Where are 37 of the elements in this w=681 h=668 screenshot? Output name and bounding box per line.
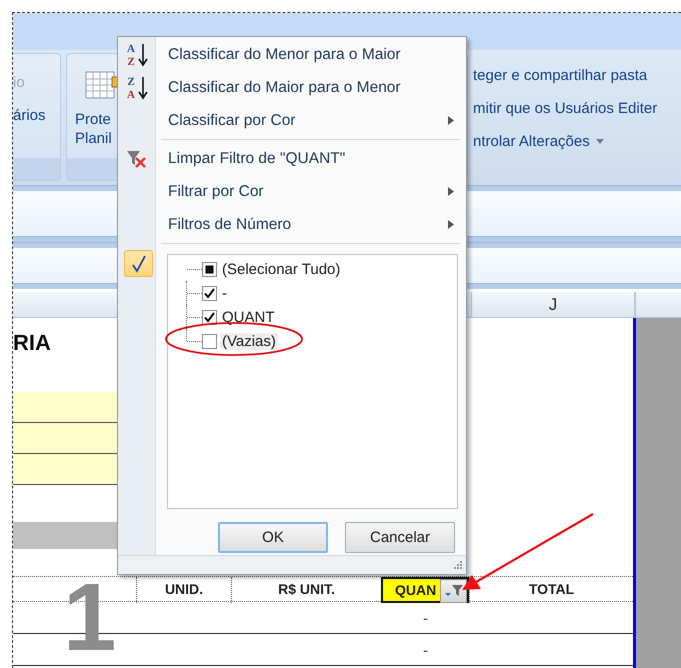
value-label[interactable]: (Vazias)	[220, 332, 278, 350]
checkbox[interactable]	[202, 262, 217, 276]
menu-item[interactable]: Filtros de Número	[118, 208, 466, 241]
menu-item[interactable]: A Z Classificar do Menor para o Maior	[118, 38, 466, 71]
ribbon-label[interactable]: ários	[13, 99, 60, 132]
filter-button[interactable]	[440, 579, 467, 603]
value-label[interactable]: QUANT	[220, 308, 276, 326]
ribbon-command[interactable]: teger e compartilhar pasta	[473, 59, 681, 92]
menu-item[interactable]: Z A Classificar do Maior para o Menor	[118, 71, 466, 104]
resize-grip-icon[interactable]	[454, 560, 463, 570]
menu-item[interactable]: Filtrar por Cor	[118, 175, 466, 208]
value-label[interactable]: -	[220, 284, 229, 302]
menu-item[interactable]: Limpar Filtro de "QUANT"	[118, 142, 466, 175]
filter-icon	[444, 584, 464, 598]
table-cell: -	[423, 610, 428, 626]
ribbon-command[interactable]: mitir que os Usuários Editer	[473, 92, 681, 125]
dialog-button[interactable]: OK	[218, 522, 328, 553]
caret-icon	[596, 139, 604, 144]
mixed-mark-icon	[204, 264, 215, 274]
dialog-button[interactable]: Cancelar	[345, 522, 455, 553]
ribbon-command[interactable]: ntrolar Alterações	[473, 125, 681, 158]
sheet-title: RIA	[13, 330, 51, 355]
column-label: UNID.	[164, 581, 204, 597]
checkbox[interactable]	[202, 286, 217, 300]
checkmark-icon	[124, 250, 153, 277]
column-label: R$ UNIT.	[278, 581, 335, 597]
column-label: QUAN	[395, 582, 436, 598]
checkbox[interactable]	[202, 334, 217, 348]
checkbox[interactable]	[202, 310, 217, 324]
menu-item[interactable]: Classificar por Cor	[118, 104, 466, 137]
clear-filter-icon	[126, 148, 148, 168]
checkmark-icon	[204, 288, 215, 298]
checkmark-icon	[204, 312, 215, 322]
column-label: TOTAL	[528, 581, 574, 597]
column-header[interactable]: J	[471, 292, 636, 317]
table-cell: -	[423, 642, 428, 658]
value-label[interactable]: (Selecionar Tudo)	[220, 260, 342, 278]
